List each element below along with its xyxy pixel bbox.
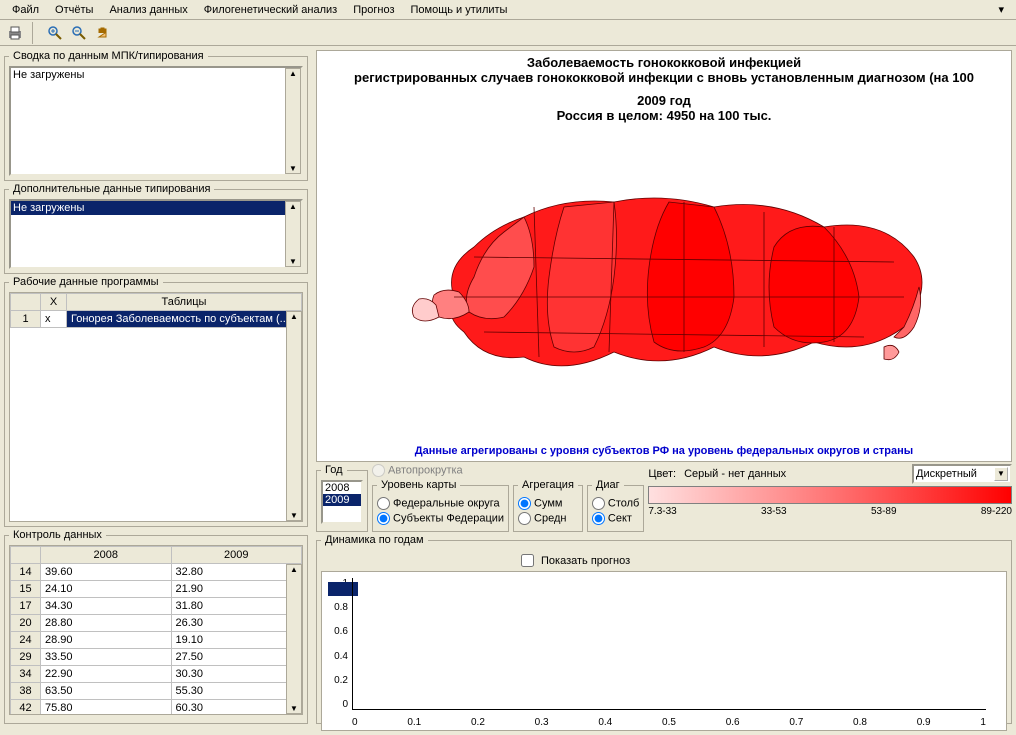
aggregation-group: Агрегация Сумм Средн <box>513 479 583 532</box>
pan-hand-icon[interactable] <box>92 22 114 44</box>
zoom-out-icon[interactable] <box>68 22 90 44</box>
diag-col-radio[interactable]: Столб <box>592 497 639 510</box>
menu-analysis[interactable]: Анализ данных <box>101 2 195 18</box>
menubar: Файл Отчёты Анализ данных Филогенетическ… <box>0 0 1016 20</box>
panel-extra: Дополнительные данные типирования Не заг… <box>4 183 308 274</box>
map-subtitle: регистрированных случаев гонококковой ин… <box>354 70 974 85</box>
dynamics-chart[interactable]: 10.80.60.40.20 00.10.20.30.40.50.60.70.8… <box>321 571 1007 731</box>
chart-x-axis: 00.10.20.30.40.50.60.70.80.91 <box>352 717 986 728</box>
year-2008[interactable]: 2008 <box>323 482 361 494</box>
menu-reports[interactable]: Отчёты <box>47 2 101 18</box>
menu-prognosis[interactable]: Прогноз <box>345 2 402 18</box>
extra-item[interactable]: Не загружены <box>11 201 301 215</box>
show-forecast-check[interactable]: Показать прогноз <box>521 554 1007 567</box>
menu-collapse-icon[interactable]: ▾ <box>990 1 1012 18</box>
dynamics-panel: Динамика по годам Показать прогноз 10.80… <box>316 534 1012 724</box>
map-year: 2009 год <box>637 93 691 108</box>
year-list[interactable]: 2008 2009 <box>321 480 363 524</box>
map-title: Заболеваемость гонококковой инфекцией <box>527 55 801 70</box>
panel-control: Контроль данных 200820091439.6032.801524… <box>4 529 308 724</box>
map-controls: Год 2008 2009 Автопрокрутка Уровень карт… <box>316 464 1012 532</box>
map-panel: Заболеваемость гонококковой инфекцией ре… <box>316 50 1012 462</box>
print-icon[interactable] <box>4 22 26 44</box>
color-group: Цвет: Серый - нет данных Дискретный▼ 7.3… <box>648 464 1012 532</box>
dropdown-arrow-icon[interactable]: ▼ <box>994 467 1008 481</box>
toolbar <box>0 20 1016 46</box>
scrollbar[interactable]: ▲▼ <box>285 68 301 174</box>
panel-mpk: Сводка по данным МПК/типирования Не загр… <box>4 50 308 181</box>
panel-mpk-title: Сводка по данным МПК/типирования <box>9 50 208 62</box>
extra-listbox[interactable]: Не загружены ▲▼ <box>9 199 303 269</box>
year-group: Год 2008 2009 <box>316 464 368 532</box>
map-total: Россия в целом: 4950 на 100 тыс. <box>557 108 772 123</box>
panel-extra-title: Дополнительные данные типирования <box>9 183 214 195</box>
level-subjects-radio[interactable]: Субъекты Федерации <box>377 512 504 525</box>
year-2009[interactable]: 2009 <box>323 494 361 506</box>
mpk-item[interactable]: Не загружены <box>11 68 301 82</box>
control-grid[interactable]: 200820091439.6032.801524.1021.901734.303… <box>9 545 303 715</box>
russia-map[interactable] <box>317 123 1011 441</box>
chart-plot-area <box>352 578 986 710</box>
aggr-sum-radio[interactable]: Сумм <box>518 497 578 510</box>
menu-phylo[interactable]: Филогенетический анализ <box>196 2 346 18</box>
color-scale-labels: 7.3-33 33-53 53-89 89-220 <box>648 506 1012 517</box>
level-federal-radio[interactable]: Федеральные округа <box>377 497 504 510</box>
color-gradient <box>648 486 1012 504</box>
diag-sect-radio[interactable]: Сект <box>592 512 639 525</box>
work-row-selected[interactable]: Гонорея Заболеваемость по субъектам (... <box>67 311 302 328</box>
panel-control-title: Контроль данных <box>9 529 106 541</box>
mpk-listbox[interactable]: Не загружены ▲▼ <box>9 66 303 176</box>
autoscroll-check[interactable]: Автопрокрутка <box>372 464 509 477</box>
work-grid[interactable]: XТаблицы 1xГонорея Заболеваемость по суб… <box>9 292 303 522</box>
zoom-in-icon[interactable] <box>44 22 66 44</box>
map-note: Данные агрегированы с уровня субъектов Р… <box>415 445 913 457</box>
scrollbar[interactable]: ▲▼ <box>286 311 302 521</box>
diag-group: Диаг Столб Сект <box>587 479 644 532</box>
color-mode-dropdown[interactable]: Дискретный▼ <box>912 464 1012 484</box>
menu-help[interactable]: Помощь и утилиты <box>403 2 516 18</box>
panel-work-title: Рабочие данные программы <box>9 276 163 288</box>
aggr-avg-radio[interactable]: Средн <box>518 512 578 525</box>
menu-file[interactable]: Файл <box>4 2 47 18</box>
panel-work: Рабочие данные программы XТаблицы 1xГоно… <box>4 276 308 527</box>
scrollbar[interactable]: ▲▼ <box>285 201 301 267</box>
level-group: Уровень карты Федеральные округа Субъект… <box>372 479 509 532</box>
scrollbar[interactable]: ▲▼ <box>286 564 302 714</box>
